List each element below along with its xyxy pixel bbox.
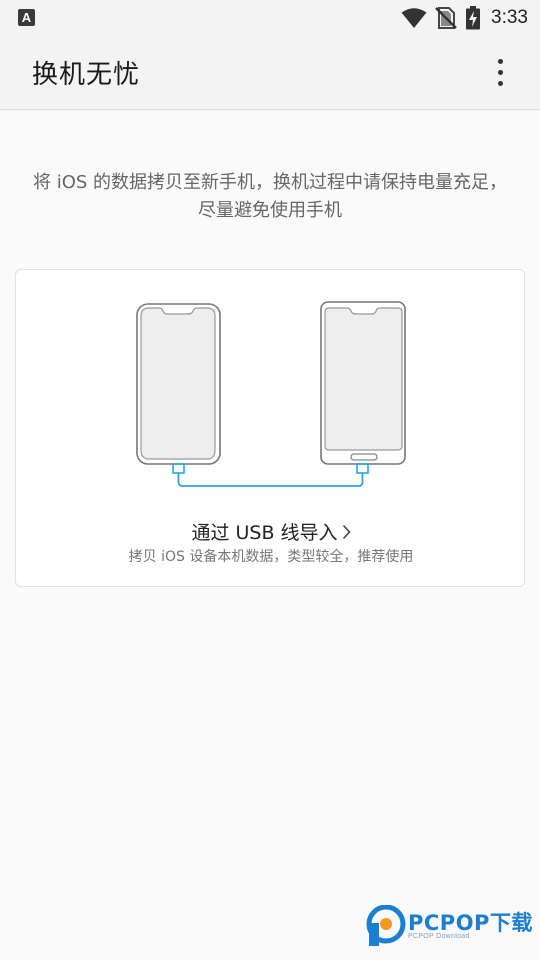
usb-import-description: 拷贝 iOS 设备本机数据，类型较全，推荐使用 xyxy=(128,549,414,565)
usb-import-title-label: 通过 USB 线导入 xyxy=(191,522,338,544)
battery-charging-icon xyxy=(466,6,481,30)
status-bar: A 3:33 xyxy=(0,0,540,36)
usb-transfer-illustration xyxy=(136,301,406,487)
app-bar: 换机无忧 xyxy=(0,36,540,110)
intro-text: 将 iOS 的数据拷贝至新手机，换机过程中请保持电量充足，尽量避免使用手机 xyxy=(32,172,508,221)
more-options-button[interactable] xyxy=(490,56,510,90)
usb-cable-icon xyxy=(172,463,369,487)
usb-import-title: 通过 USB 线导入 xyxy=(16,518,526,545)
wifi-icon xyxy=(401,8,427,28)
chevron-right-icon xyxy=(342,524,351,540)
status-icons: 3:33 xyxy=(401,5,528,31)
no-sim-icon xyxy=(435,7,457,29)
more-vertical-icon xyxy=(497,59,503,64)
page-title: 换机无忧 xyxy=(32,60,141,90)
status-time: 3:33 xyxy=(491,7,528,28)
usb-import-card[interactable]: 通过 USB 线导入 拷贝 iOS 设备本机数据，类型较全，推荐使用 xyxy=(15,269,525,587)
notification-a-icon: A xyxy=(18,9,35,26)
watermark-sub: PCPOP Download xyxy=(408,933,470,940)
pcpop-logo-icon xyxy=(366,905,406,946)
pcpop-watermark: PCPOP下载 PCPOP Download xyxy=(366,905,536,947)
iphone-icon xyxy=(136,303,221,465)
android-phone-icon xyxy=(320,301,406,465)
main-content: 将 iOS 的数据拷贝至新手机，换机过程中请保持电量充足，尽量避免使用手机 通过 xyxy=(0,111,540,960)
